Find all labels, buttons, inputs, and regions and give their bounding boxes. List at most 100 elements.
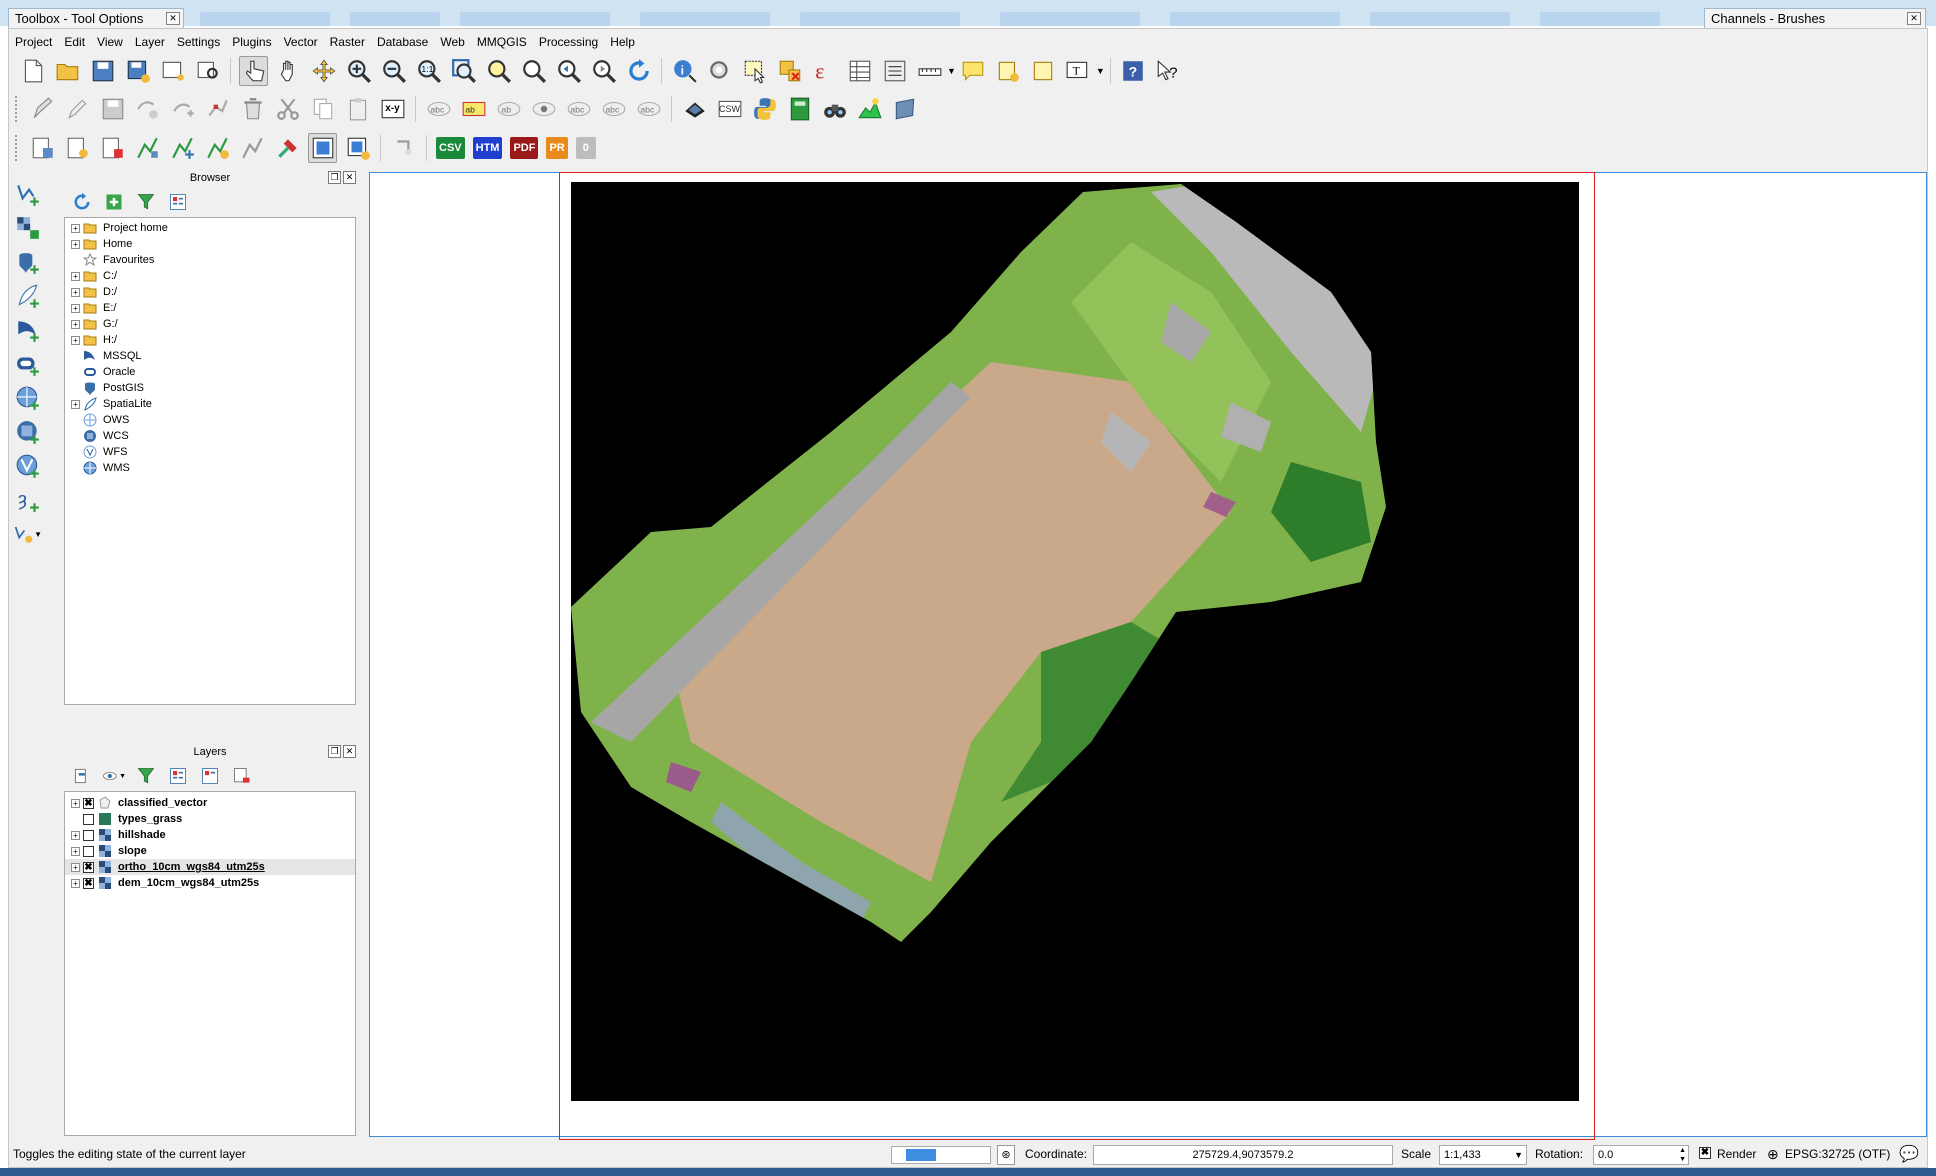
close-icon[interactable]: ✕ — [1907, 12, 1921, 25]
metasearch-button[interactable] — [680, 94, 709, 124]
float-panel-icon[interactable]: ❐ — [328, 745, 341, 758]
field-calculator-button[interactable] — [880, 56, 909, 86]
add-postgis-layer-button[interactable] — [13, 247, 42, 277]
layer-row-types-grass[interactable]: types_grass — [65, 811, 355, 827]
layer-row-hillshade[interactable]: + hillshade — [65, 827, 355, 843]
chevron-down-icon[interactable]: ▼ — [119, 773, 126, 780]
touch-zoom-pan-button[interactable] — [239, 56, 268, 86]
browser-item-postgis[interactable]: PostGIS — [65, 380, 355, 396]
toggle-editing-button[interactable] — [63, 94, 92, 124]
browser-item-oracle[interactable]: Oracle — [65, 364, 355, 380]
select-by-expression-button[interactable]: ε — [810, 56, 839, 86]
add-vector-layer-button[interactable] — [13, 179, 42, 209]
run-feature-action-button[interactable] — [705, 56, 734, 86]
expand-icon[interactable]: + — [71, 830, 80, 840]
export-csv-button[interactable]: CSV — [436, 137, 465, 159]
toolbox-window-tab[interactable]: Toolbox - Tool Options ✕ — [8, 8, 184, 28]
zoom-next-button[interactable] — [589, 56, 618, 86]
float-panel-icon[interactable]: ❐ — [328, 171, 341, 184]
expand-icon[interactable]: + — [71, 878, 80, 888]
vector-tools-button[interactable] — [133, 133, 162, 163]
zoom-full-button[interactable] — [449, 56, 478, 86]
show-bookmarks-button[interactable] — [1029, 56, 1058, 86]
browser-item-wms[interactable]: WMS — [65, 460, 355, 476]
add-mssql-layer-button[interactable] — [13, 315, 42, 345]
new-print-composer-button[interactable] — [158, 56, 187, 86]
add-delimited-text-layer-button[interactable]: ȝ — [13, 485, 42, 515]
menu-project[interactable]: Project — [9, 31, 58, 53]
chevron-down-icon[interactable]: ▼ — [947, 66, 956, 76]
new-project-button[interactable] — [18, 56, 47, 86]
orthophoto-raster[interactable] — [571, 182, 1579, 1101]
vector-split-button[interactable] — [168, 133, 197, 163]
zoom-last-button[interactable] — [554, 56, 583, 86]
layer-diagram-button[interactable]: ab — [459, 94, 488, 124]
add-raster-layer-button[interactable] — [13, 213, 42, 243]
table-edit-button[interactable] — [343, 133, 372, 163]
menu-edit[interactable]: Edit — [58, 31, 91, 53]
export-htm-button[interactable]: HTM — [472, 137, 503, 159]
toolbar-grip[interactable] — [15, 135, 19, 161]
browser-item-wcs[interactable]: WCS — [65, 428, 355, 444]
menu-view[interactable]: View — [91, 31, 129, 53]
background-tab[interactable] — [200, 12, 330, 26]
menu-web[interactable]: Web — [434, 31, 470, 53]
new-shapefile-layer-button[interactable]: ▼ — [13, 519, 42, 549]
layer-visibility-checkbox[interactable]: ✖ — [83, 797, 94, 809]
rotation-spinbox[interactable]: 0.0 ▲ ▼ — [1593, 1145, 1689, 1165]
expand-icon[interactable]: + — [71, 287, 80, 297]
close-icon[interactable]: ✕ — [343, 171, 356, 184]
browser-item-d-drive[interactable]: + D:/ — [65, 284, 355, 300]
delete-selected-button[interactable] — [238, 94, 267, 124]
scale-combobox[interactable]: 1:1,433 ▼ — [1439, 1145, 1527, 1165]
spinner-arrows-icon[interactable]: ▲ ▼ — [1679, 1146, 1686, 1164]
menu-processing[interactable]: Processing — [533, 31, 604, 53]
render-checkbox[interactable]: ✖ — [1699, 1147, 1711, 1159]
cut-features-button[interactable] — [273, 94, 302, 124]
expand-icon[interactable]: + — [71, 862, 80, 872]
expand-icon[interactable]: + — [71, 399, 80, 409]
browser-item-wfs[interactable]: WFS — [65, 444, 355, 460]
browser-item-mssql[interactable]: MSSQL — [65, 348, 355, 364]
add-wcs-layer-button[interactable] — [13, 417, 42, 447]
expand-icon[interactable]: + — [71, 303, 80, 313]
browser-item-spatialite[interactable]: + SpatiaLite — [65, 396, 355, 412]
chevron-down-icon[interactable]: ▼ — [34, 530, 42, 539]
expand-icon[interactable]: + — [71, 335, 80, 345]
show-hide-labels-button[interactable] — [529, 94, 558, 124]
browser-item-c-drive[interactable]: + C:/ — [65, 268, 355, 284]
composer-manager-button[interactable] — [193, 56, 222, 86]
expand-icon[interactable]: + — [71, 271, 80, 281]
pan-map-button[interactable] — [274, 56, 303, 86]
layer-visibility-checkbox[interactable] — [83, 813, 94, 825]
menu-layer[interactable]: Layer — [129, 31, 171, 53]
save-layer-edits-button[interactable] — [98, 94, 127, 124]
identify-features-button[interactable]: i — [670, 56, 699, 86]
layer-row-slope[interactable]: + slope — [65, 843, 355, 859]
node-tool-button[interactable] — [203, 94, 232, 124]
export-pdf-button[interactable]: PDF — [510, 137, 539, 159]
browser-item-h-drive[interactable]: + H:/ — [65, 332, 355, 348]
browser-item-ows[interactable]: OWS — [65, 412, 355, 428]
snapping-button[interactable] — [389, 133, 418, 163]
layer-labeling-button[interactable]: abc — [424, 94, 453, 124]
layer-row-ortho[interactable]: + ✖ ortho_10cm_wgs84_utm25s — [65, 859, 355, 875]
zoom-to-layer-button[interactable] — [519, 56, 548, 86]
copy-features-button[interactable] — [308, 94, 337, 124]
select-features-button[interactable] — [740, 56, 769, 86]
pin-labels-button[interactable]: ab — [494, 94, 523, 124]
filter-icon[interactable] — [134, 190, 158, 214]
expand-icon[interactable]: + — [71, 846, 80, 856]
coordinate-input[interactable]: 275729.4,9073579.2 — [1093, 1145, 1393, 1165]
toggle-extents-icon[interactable]: ⊛ — [997, 1145, 1015, 1165]
layer-row-dem[interactable]: + ✖ dem_10cm_wgs84_utm25s — [65, 875, 355, 891]
python-console-button[interactable] — [750, 94, 779, 124]
crs-globe-icon[interactable]: ⊕ — [1767, 1146, 1779, 1163]
layer-visibility-checkbox[interactable]: ✖ — [83, 861, 94, 873]
whats-this-button[interactable]: ? — [1154, 56, 1183, 86]
expand-all-icon[interactable] — [166, 764, 190, 788]
open-attribute-table-button[interactable] — [845, 56, 874, 86]
add-wfs-layer-button[interactable] — [13, 451, 42, 481]
zoom-out-button[interactable] — [379, 56, 408, 86]
menu-help[interactable]: Help — [604, 31, 641, 53]
